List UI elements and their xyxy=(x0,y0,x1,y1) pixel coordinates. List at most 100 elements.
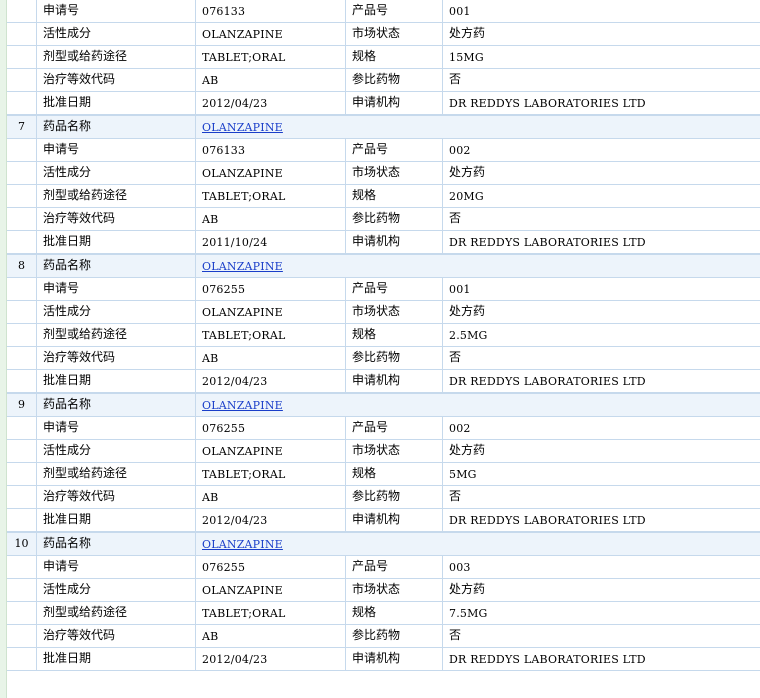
value-active-ingredient: OLANZAPINE xyxy=(196,23,346,45)
table-row: 治疗等效代码 AB 参比药物 否 xyxy=(7,69,760,92)
value-approval-date: 2012/04/23 xyxy=(196,92,346,114)
label-drug-name: 药品名称 xyxy=(37,533,196,555)
value-product-no: 002 xyxy=(449,144,471,157)
value-reference-drug: 否 xyxy=(449,72,462,86)
table-row: 申请号 076255 产品号 002 xyxy=(7,417,760,440)
label-te-code: 治疗等效代码 xyxy=(37,625,196,647)
record-index: 9 xyxy=(7,394,37,416)
left-border-strip xyxy=(0,0,7,698)
value-market-status: 处方药 xyxy=(449,582,486,596)
index-cell xyxy=(7,278,37,300)
label-reference-drug: 参比药物 xyxy=(346,208,443,230)
index-cell xyxy=(7,46,37,68)
value-strength: 2.5MG xyxy=(449,329,488,342)
drug-name-link[interactable]: OLANZAPINE xyxy=(202,538,283,551)
label-applicant: 申请机构 xyxy=(346,509,443,531)
drug-name-cell: OLANZAPINE xyxy=(196,116,760,138)
label-te-code: 治疗等效代码 xyxy=(37,486,196,508)
value-reference-drug: 否 xyxy=(449,489,462,503)
label-active-ingredient: 活性成分 xyxy=(37,162,196,184)
label-reference-drug: 参比药物 xyxy=(346,486,443,508)
index-cell xyxy=(7,231,37,253)
index-cell xyxy=(7,417,37,439)
table-row: 剂型或给药途径 TABLET;ORAL 规格 15MG xyxy=(7,46,760,69)
index-cell xyxy=(7,347,37,369)
table-row: 剂型或给药途径 TABLET;ORAL 规格 5MG xyxy=(7,463,760,486)
record-index: 7 xyxy=(7,116,37,138)
label-dosage-route: 剂型或给药途径 xyxy=(37,185,196,207)
label-strength: 规格 xyxy=(346,46,443,68)
label-dosage-route: 剂型或给药途径 xyxy=(37,602,196,624)
value-active-ingredient: OLANZAPINE xyxy=(196,301,346,323)
drug-name-link[interactable]: OLANZAPINE xyxy=(202,399,283,412)
index-cell xyxy=(7,23,37,45)
table-row: 活性成分 OLANZAPINE 市场状态 处方药 xyxy=(7,23,760,46)
table-row: 治疗等效代码 AB 参比药物 否 xyxy=(7,486,760,509)
value-active-ingredient: OLANZAPINE xyxy=(196,579,346,601)
value-application-no: 076255 xyxy=(196,278,346,300)
value-dosage-route: TABLET;ORAL xyxy=(196,46,346,68)
value-dosage-route: TABLET;ORAL xyxy=(196,324,346,346)
table-row: 批准日期 2012/04/23 申请机构 DR REDDYS LABORATOR… xyxy=(7,370,760,393)
value-dosage-route: TABLET;ORAL xyxy=(196,463,346,485)
label-approval-date: 批准日期 xyxy=(37,231,196,253)
value-product-no: 001 xyxy=(449,283,471,296)
value-reference-drug: 否 xyxy=(449,628,462,642)
label-reference-drug: 参比药物 xyxy=(346,69,443,91)
value-reference-drug: 否 xyxy=(449,350,462,364)
label-application-no: 申请号 xyxy=(37,278,196,300)
index-cell xyxy=(7,324,37,346)
value-dosage-route: TABLET;ORAL xyxy=(196,602,346,624)
label-active-ingredient: 活性成分 xyxy=(37,440,196,462)
drug-name-link[interactable]: OLANZAPINE xyxy=(202,260,283,273)
value-product-no: 003 xyxy=(449,561,471,574)
drug-name-link[interactable]: OLANZAPINE xyxy=(202,121,283,134)
value-applicant: DR REDDYS LABORATORIES LTD xyxy=(449,97,646,110)
index-cell xyxy=(7,463,37,485)
index-cell xyxy=(7,208,37,230)
value-te-code: AB xyxy=(196,208,346,230)
value-application-no: 076255 xyxy=(196,556,346,578)
label-market-status: 市场状态 xyxy=(346,440,443,462)
label-reference-drug: 参比药物 xyxy=(346,347,443,369)
label-drug-name: 药品名称 xyxy=(37,255,196,277)
drug-results-table: 申请号 076133 产品号 001 活性成分 OLANZAPINE 市场状态 … xyxy=(7,0,760,671)
index-cell xyxy=(7,139,37,161)
index-cell xyxy=(7,92,37,114)
index-cell xyxy=(7,579,37,601)
value-strength: 7.5MG xyxy=(449,607,488,620)
value-te-code: AB xyxy=(196,69,346,91)
value-product-no: 002 xyxy=(449,422,471,435)
label-te-code: 治疗等效代码 xyxy=(37,208,196,230)
label-strength: 规格 xyxy=(346,602,443,624)
label-market-status: 市场状态 xyxy=(346,162,443,184)
index-cell xyxy=(7,370,37,392)
label-strength: 规格 xyxy=(346,463,443,485)
index-cell xyxy=(7,602,37,624)
index-cell xyxy=(7,648,37,670)
label-applicant: 申请机构 xyxy=(346,370,443,392)
value-applicant: DR REDDYS LABORATORIES LTD xyxy=(449,375,646,388)
label-applicant: 申请机构 xyxy=(346,92,443,114)
label-dosage-route: 剂型或给药途径 xyxy=(37,324,196,346)
table-row: 活性成分 OLANZAPINE 市场状态 处方药 xyxy=(7,579,760,602)
value-product-no: 001 xyxy=(449,5,471,18)
index-cell xyxy=(7,486,37,508)
value-application-no: 076133 xyxy=(196,139,346,161)
drug-name-cell: OLANZAPINE xyxy=(196,394,760,416)
label-dosage-route: 剂型或给药途径 xyxy=(37,463,196,485)
index-cell xyxy=(7,301,37,323)
value-dosage-route: TABLET;ORAL xyxy=(196,185,346,207)
table-row: 活性成分 OLANZAPINE 市场状态 处方药 xyxy=(7,440,760,463)
table-row: 批准日期 2012/04/23 申请机构 DR REDDYS LABORATOR… xyxy=(7,92,760,115)
table-row: 申请号 076255 产品号 003 xyxy=(7,556,760,579)
label-application-no: 申请号 xyxy=(37,417,196,439)
index-cell xyxy=(7,0,37,22)
value-reference-drug: 否 xyxy=(449,211,462,225)
table-row: 治疗等效代码 AB 参比药物 否 xyxy=(7,347,760,370)
label-te-code: 治疗等效代码 xyxy=(37,347,196,369)
label-active-ingredient: 活性成分 xyxy=(37,23,196,45)
table-row: 申请号 076133 产品号 002 xyxy=(7,139,760,162)
index-cell xyxy=(7,162,37,184)
drug-name-cell: OLANZAPINE xyxy=(196,533,760,555)
